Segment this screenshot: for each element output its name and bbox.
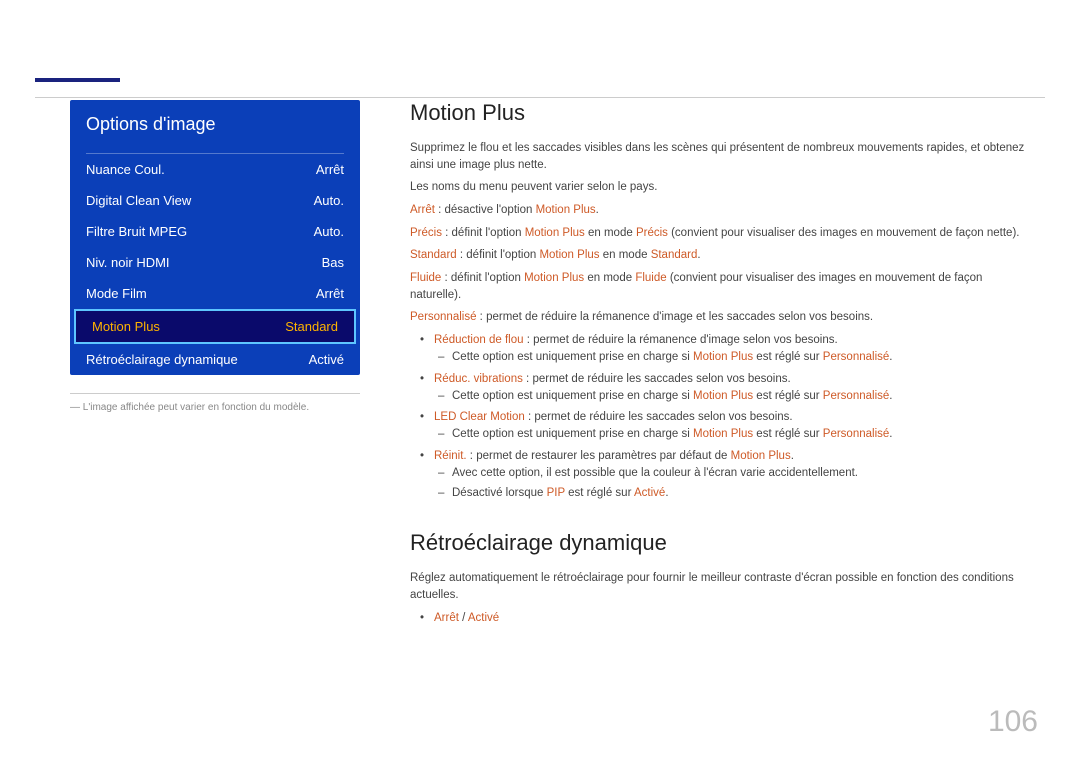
menu-item-label: Nuance Coul. [86, 162, 165, 177]
reinit-note-1: Avec cette option, il est possible que l… [452, 465, 1030, 482]
personnalise-key: Personnalisé [410, 311, 476, 323]
menu-item-value: Auto. [314, 224, 344, 239]
fluide-key: Fluide [410, 272, 441, 284]
menu-item-label: Rétroéclairage dynamique [86, 352, 238, 367]
menu-item-digital-clean-view[interactable]: Digital Clean View Auto. [70, 185, 360, 216]
reduc-vibrations-note: Cette option est uniquement prise en cha… [452, 388, 1030, 405]
menu-item-r-tro-clairage-dynamique[interactable]: Rétroéclairage dynamique Activé [70, 344, 360, 375]
retroeclairage-options: Arrêt / Activé [434, 610, 1030, 627]
personnalise-line: Personnalisé : permet de réduire la réma… [410, 309, 1030, 326]
menu-item-value: Standard [285, 319, 338, 334]
led-clear-motion-note: Cette option est uniquement prise en cha… [452, 426, 1030, 443]
options-image-menu: Options d'image Nuance Coul. Arrêt Digital… [70, 100, 360, 375]
reinit-note-2: Désactivé lorsque PIP est réglé sur Acti… [452, 485, 1030, 502]
precis-key: Précis [410, 227, 442, 239]
section-title-retroeclairage: Rétroéclairage dynamique [410, 530, 1030, 556]
menu-item-value: Auto. [314, 193, 344, 208]
menu-item-label: Mode Film [86, 286, 147, 301]
menu-item-label: Niv. noir HDMI [86, 255, 170, 270]
reinit-item: Réinit. : permet de restaurer les paramè… [434, 448, 1030, 503]
menu-item-value: Arrêt [316, 286, 344, 301]
menu-item-label: Motion Plus [92, 319, 160, 334]
header-divider [35, 97, 1045, 98]
menu-item-label: Filtre Bruit MPEG [86, 224, 187, 239]
standard-line: Standard : définit l'option Motion Plus … [410, 247, 1030, 264]
precis-line: Précis : définit l'option Motion Plus en… [410, 225, 1030, 242]
personnalise-options: Réduction de flou : permet de réduire la… [434, 332, 1030, 502]
menu-item-value: Arrêt [316, 162, 344, 177]
reduc-vibrations-item: Réduc. vibrations : permet de réduire le… [434, 371, 1030, 406]
arret-key: Arrêt [410, 204, 435, 216]
menu-item-nuance-coul-[interactable]: Nuance Coul. Arrêt [70, 154, 360, 185]
retroeclairage-section: Rétroéclairage dynamique Réglez automati… [410, 530, 1030, 627]
reduction-flou-note: Cette option est uniquement prise en cha… [452, 349, 1030, 366]
note-divider [70, 393, 360, 394]
header-accent [35, 78, 120, 82]
reduction-flou-item: Réduction de flou : permet de réduire la… [434, 332, 1030, 367]
section-title-motion-plus: Motion Plus [410, 100, 1030, 126]
image-variance-note: ― L'image affichée peut varier en foncti… [70, 402, 360, 413]
led-clear-motion-item: LED Clear Motion : permet de réduire les… [434, 409, 1030, 444]
content: Options d'image Nuance Coul. Arrêt Digital… [0, 100, 1080, 631]
menu-item-value: Bas [322, 255, 344, 270]
retroeclairage-intro: Réglez automatiquement le rétroéclairage… [410, 570, 1030, 603]
menu-item-label: Digital Clean View [86, 193, 191, 208]
menu-title: Options d'image [70, 100, 360, 147]
menu-item-mode-film[interactable]: Mode Film Arrêt [70, 278, 360, 309]
menu-item-filtre-bruit-mpeg[interactable]: Filtre Bruit MPEG Auto. [70, 216, 360, 247]
page-number: 106 [988, 705, 1038, 739]
standard-key: Standard [410, 249, 457, 261]
menu-item-value: Activé [309, 352, 344, 367]
motion-plus-intro: Supprimez le flou et les saccades visibl… [410, 140, 1030, 173]
arret-line: Arrêt : désactive l'option Motion Plus. [410, 202, 1030, 219]
menu-names-note: Les noms du menu peuvent varier selon le… [410, 179, 1030, 196]
header [0, 30, 1080, 70]
menu-item-motion-plus[interactable]: Motion Plus Standard [74, 309, 356, 344]
fluide-line: Fluide : définit l'option Motion Plus en… [410, 270, 1030, 303]
motion-plus-ref: Motion Plus [536, 204, 596, 216]
left-column: Options d'image Nuance Coul. Arrêt Digital… [0, 100, 400, 631]
menu-item-niv-noir-hdmi[interactable]: Niv. noir HDMI Bas [70, 247, 360, 278]
right-column: Motion Plus Supprimez le flou et les sac… [400, 100, 1080, 631]
